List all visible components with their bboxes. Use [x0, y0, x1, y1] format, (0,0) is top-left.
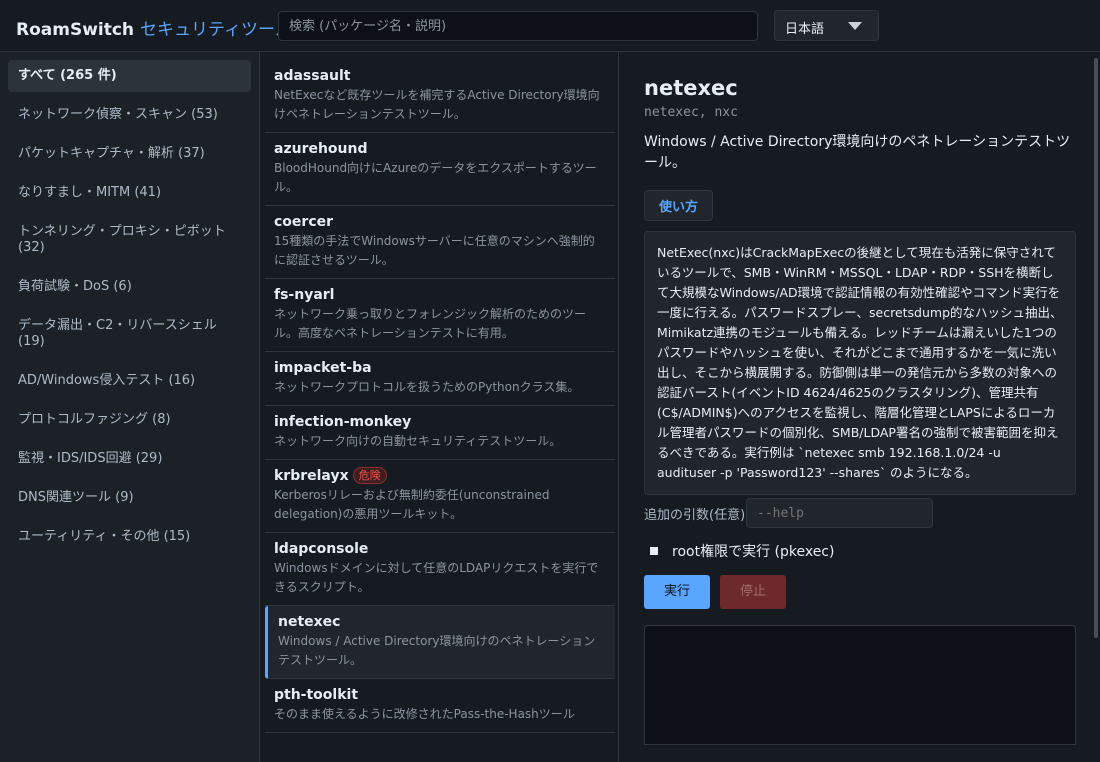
- tool-description: Windows / Active Directory環境向けのペネトレーションテ…: [278, 634, 596, 667]
- tool-name: ldapconsole: [274, 541, 369, 557]
- app-subtitle: セキュリティツール: [139, 20, 292, 40]
- tool-list-item[interactable]: pth-toolkit そのまま使えるように改修されたPass-the-Hash…: [265, 679, 615, 733]
- tool-description: 15種類の手法でWindowsサーバーに任意のマシンへ強制的に認証させるツール。: [274, 234, 595, 267]
- tool-name: adassault: [274, 68, 351, 84]
- category-item[interactable]: ユーティリティ・その他 (15): [8, 521, 251, 553]
- top-bar: RoamSwitch セキュリティツール 日本語: [0, 0, 1100, 52]
- detail-description: Windows / Active Directory環境向けのペネトレーションテ…: [644, 134, 1071, 171]
- category-item[interactable]: プロトコルファジング (8): [8, 404, 251, 436]
- category-item[interactable]: DNS関連ツール (9): [8, 482, 251, 514]
- tool-list-item[interactable]: ldapconsole Windowsドメインに対して任意のLDAPリクエストを…: [265, 533, 615, 606]
- language-select[interactable]: 日本語: [774, 10, 879, 41]
- args-row: 追加の引数(任意): [644, 498, 1076, 528]
- tool-description: ネットワーク向けの自動セキュリティテストツール。: [274, 434, 562, 448]
- tool-description: そのまま使えるように改修されたPass-the-Hashツール: [274, 707, 575, 721]
- detail-aliases: netexec, nxc: [644, 105, 738, 120]
- root-option[interactable]: root権限で実行 (pkexec): [644, 541, 1076, 561]
- category-item[interactable]: トンネリング・プロキシ・ピボット (32): [8, 216, 251, 264]
- root-label: root権限で実行 (pkexec): [672, 544, 835, 560]
- tool-name: netexec: [278, 614, 341, 630]
- usage-button[interactable]: 使い方: [644, 190, 714, 221]
- category-sidebar: すべて (265 件) ネットワーク偵察・スキャン (53) パケットキャプチャ…: [0, 52, 260, 762]
- tool-name: infection-monkey: [274, 414, 412, 430]
- search-input[interactable]: [278, 11, 758, 41]
- run-button[interactable]: 実行: [644, 575, 710, 609]
- tool-name: coercer: [274, 214, 334, 230]
- category-item[interactable]: ネットワーク偵察・スキャン (53): [8, 99, 251, 131]
- tool-description: NetExecなど既存ツールを補完するActive Directory環境向けペ…: [274, 88, 600, 121]
- tool-description: ネットワークプロトコルを扱うためのPythonクラス集。: [274, 380, 580, 394]
- tool-description: Windowsドメインに対して任意のLDAPリクエストを実行できるスクリプト。: [274, 561, 599, 594]
- tool-name: fs-nyarl: [274, 287, 335, 303]
- tool-list-item[interactable]: fs-nyarl ネットワーク乗っ取りとフォレンジック解析のためのツール。高度な…: [265, 279, 615, 352]
- category-item[interactable]: AD/Windows侵入テスト (16): [8, 365, 251, 397]
- tool-list-item[interactable]: coercer 15種類の手法でWindowsサーバーに任意のマシンへ強制的に認…: [265, 206, 615, 279]
- danger-badge: 危険: [352, 467, 387, 484]
- args-input[interactable]: [746, 498, 933, 528]
- tool-list-item[interactable]: adassault NetExecなど既存ツールを補完するActive Dire…: [265, 60, 615, 133]
- tool-name-row: krbrelayx 危険: [274, 466, 605, 486]
- detail-title: netexec: [644, 76, 738, 100]
- tool-detail-panel: netexec netexec, nxc Windows / Active Di…: [620, 52, 1094, 762]
- tool-list-item[interactable]: impacket-ba ネットワークプロトコルを扱うためのPythonクラス集。: [265, 352, 615, 406]
- tool-description: Kerberosリレーおよび無制約委任(unconstrained delega…: [274, 488, 550, 521]
- output-console: [644, 625, 1076, 745]
- tool-name: impacket-ba: [274, 360, 372, 376]
- tool-list-item[interactable]: krbrelayx 危険 Kerberosリレーおよび無制約委任(unconstr…: [265, 460, 615, 533]
- args-label: 追加の引数(任意): [644, 507, 746, 523]
- app-name: RoamSwitch: [16, 20, 135, 40]
- tool-name: krbrelayx: [274, 468, 349, 484]
- stop-button[interactable]: 停止: [720, 575, 786, 609]
- root-checkbox[interactable]: [650, 547, 658, 555]
- tool-name: azurehound: [274, 141, 368, 157]
- tool-name: pth-toolkit: [274, 687, 359, 703]
- category-item[interactable]: データ漏出・C2・リバースシェル (19): [8, 310, 251, 358]
- category-item[interactable]: 負荷試験・DoS (6): [8, 271, 251, 303]
- category-item[interactable]: 監視・IDS/IDS回避 (29): [8, 443, 251, 475]
- tool-list-item-selected[interactable]: netexec Windows / Active Directory環境向けのペ…: [265, 606, 615, 679]
- usage-text: NetExec(nxc)はCrackMapExecの後継として現在も活発に保守さ…: [644, 231, 1076, 495]
- tool-list-item[interactable]: azurehound BloodHound向けにAzureのデータをエクスポート…: [265, 133, 615, 206]
- category-item[interactable]: なりすまし・MITM (41): [8, 177, 251, 209]
- category-item[interactable]: すべて (265 件): [8, 60, 251, 92]
- category-item[interactable]: パケットキャプチャ・解析 (37): [8, 138, 251, 170]
- action-buttons: 実行 停止: [644, 575, 1076, 609]
- tool-description: ネットワーク乗っ取りとフォレンジック解析のためのツール。高度なペネトレーションテ…: [274, 307, 587, 340]
- tool-description: BloodHound向けにAzureのデータをエクスポートするツール。: [274, 161, 597, 194]
- tool-list: adassault NetExecなど既存ツールを補完するActive Dire…: [261, 52, 619, 762]
- chevron-down-icon: [848, 22, 862, 30]
- app-title: RoamSwitch セキュリティツール: [16, 15, 292, 40]
- tool-list-item[interactable]: infection-monkey ネットワーク向けの自動セキュリティテストツール…: [265, 406, 615, 460]
- language-selected: 日本語: [785, 22, 825, 37]
- detail-scrollbar[interactable]: [1094, 58, 1098, 638]
